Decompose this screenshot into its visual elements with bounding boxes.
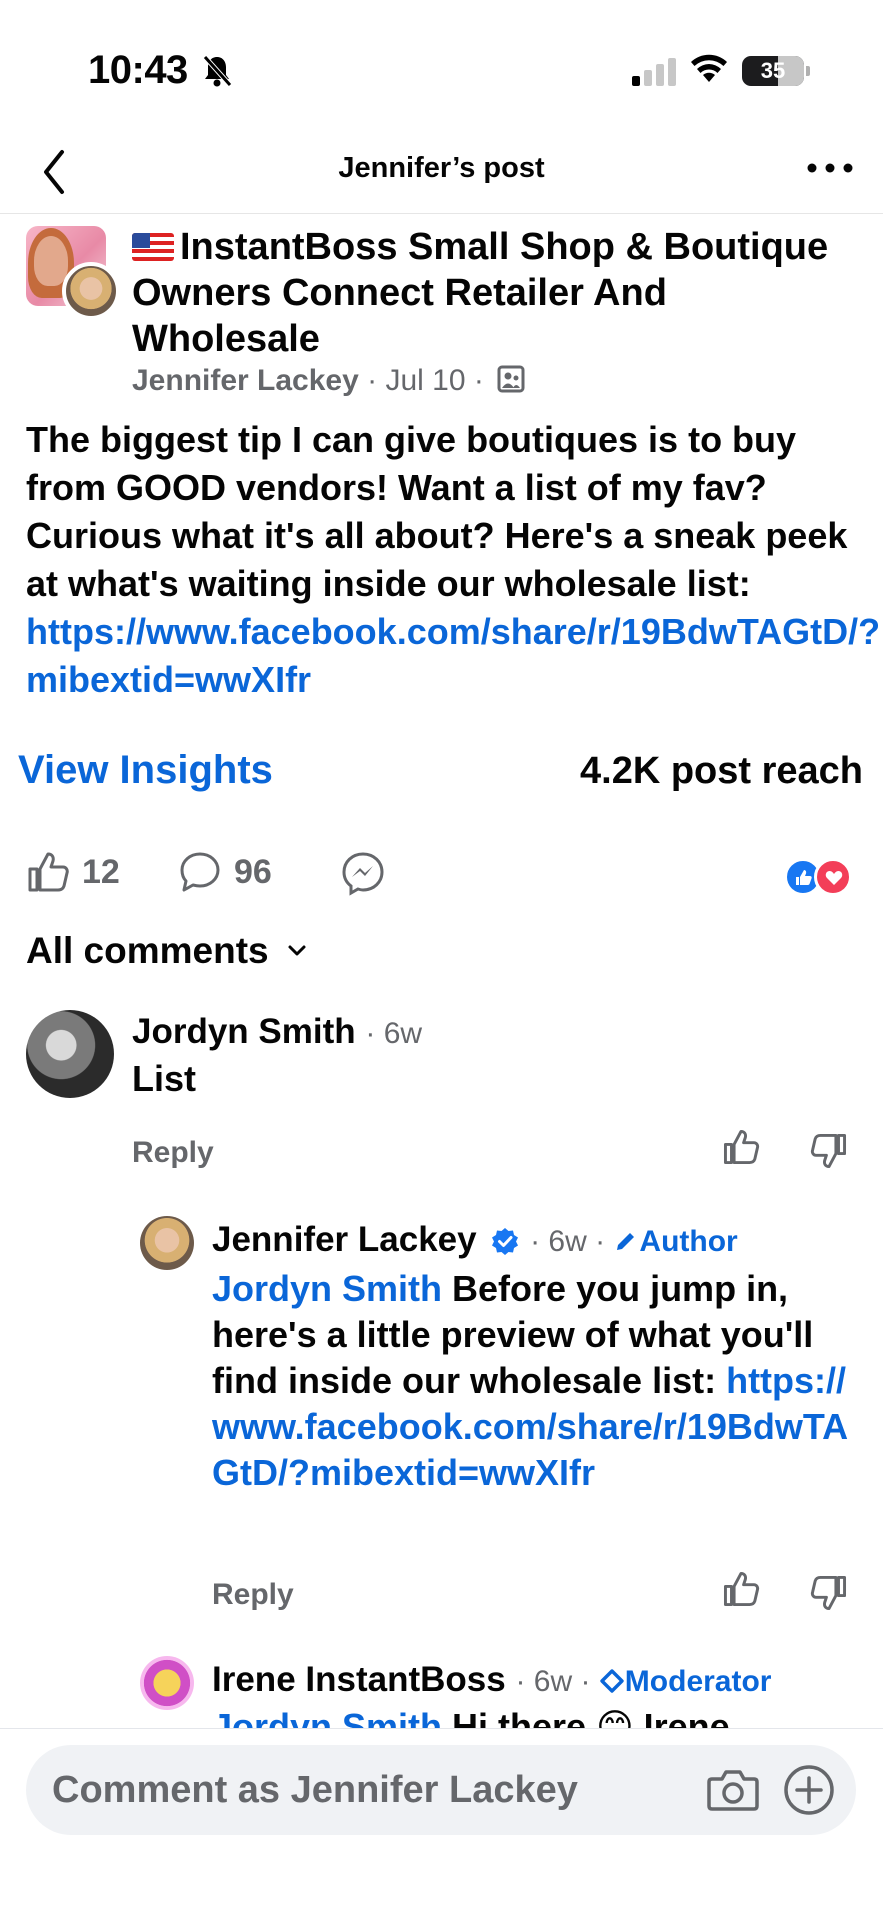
comment-bubble-icon xyxy=(180,852,220,892)
mention-link[interactable]: Jordyn Smith xyxy=(212,1268,442,1309)
plus-circle-icon xyxy=(784,1765,834,1815)
post-text: The biggest tip I can give boutiques is … xyxy=(26,419,848,604)
us-flag-icon xyxy=(132,233,174,261)
group-name-link[interactable]: InstantBoss Small Shop & Boutique Owners… xyxy=(132,224,862,362)
reply-button[interactable]: Reply xyxy=(212,1578,294,1612)
comment-count: 96 xyxy=(234,852,272,891)
pencil-icon xyxy=(617,1233,635,1250)
top-nav-bar: Jennifer’s post xyxy=(0,130,883,214)
comment-author-name[interactable]: Jordyn Smith xyxy=(132,1012,356,1051)
comment-text: Jordyn Smith Before you jump in, here's … xyxy=(212,1268,849,1493)
messenger-icon xyxy=(342,852,384,896)
thumbs-up-icon xyxy=(28,852,69,892)
like-count: 12 xyxy=(82,852,120,891)
view-insights-link[interactable]: View Insights xyxy=(18,748,273,793)
comment-filter-label: All comments xyxy=(26,930,269,971)
comment-composer xyxy=(26,1745,856,1835)
comment-time[interactable]: 6w xyxy=(534,1665,572,1698)
chevron-down-icon xyxy=(288,945,306,956)
post-date[interactable]: Jul 10 xyxy=(385,364,465,397)
group-avatar[interactable] xyxy=(26,226,120,320)
more-options-button[interactable] xyxy=(800,150,860,190)
silent-mode-icon xyxy=(202,54,232,93)
comment-author-name[interactable]: Jennifer Lackey xyxy=(212,1220,477,1259)
upvote-button[interactable] xyxy=(722,1128,760,1171)
downvote-button[interactable] xyxy=(810,1132,848,1175)
thumbs-up-icon xyxy=(723,1129,760,1165)
cellular-signal-icon xyxy=(632,58,676,91)
comment-time[interactable]: 6w xyxy=(548,1225,586,1258)
commenter-avatar[interactable] xyxy=(26,1010,114,1098)
upvote-button[interactable] xyxy=(722,1570,760,1613)
comment-input[interactable] xyxy=(52,1745,692,1835)
reactions-summary[interactable] xyxy=(784,858,856,896)
wifi-icon xyxy=(690,52,728,89)
author-avatar xyxy=(62,262,120,320)
comment-author-name[interactable]: Irene InstantBoss xyxy=(212,1660,506,1699)
camera-button[interactable] xyxy=(706,1765,760,1815)
diamond-icon xyxy=(600,1669,624,1693)
page-title: Jennifer’s post xyxy=(338,152,545,184)
verified-badge-icon xyxy=(492,1228,519,1255)
add-attachment-button[interactable] xyxy=(782,1763,836,1817)
group-name-text: InstantBoss Small Shop & Boutique Owners… xyxy=(132,226,829,360)
thumbs-up-icon xyxy=(723,1571,760,1607)
post-reach-count: 4.2K post reach xyxy=(580,750,863,792)
post-author-link[interactable]: Jennifer Lackey xyxy=(132,364,359,397)
comment-author: Jordyn Smith · 6w xyxy=(132,1012,423,1051)
thumbs-down-icon xyxy=(810,1575,847,1611)
comment-author: Jennifer Lackey · 6w · Author xyxy=(212,1220,738,1259)
group-privacy-icon xyxy=(496,364,526,402)
send-messenger-button[interactable] xyxy=(340,850,386,896)
post-link[interactable]: https://www.facebook.com/share/r/19BdwTA… xyxy=(26,611,880,700)
post-meta: Jennifer Lackey · Jul 10 · xyxy=(132,364,526,402)
author-badge: Author xyxy=(613,1225,738,1258)
camera-icon xyxy=(707,1770,759,1811)
downvote-button[interactable] xyxy=(810,1574,848,1617)
battery-indicator: 35 xyxy=(742,56,810,86)
reply-button[interactable]: Reply xyxy=(132,1136,214,1170)
thumbs-down-icon xyxy=(810,1133,847,1169)
comment-author: Irene InstantBoss · 6w · Moderator xyxy=(212,1660,772,1699)
love-reaction-icon xyxy=(814,858,852,896)
like-button[interactable]: 12 xyxy=(26,850,120,894)
comment-button[interactable]: 96 xyxy=(178,850,272,894)
comment-text: List xyxy=(132,1058,197,1099)
more-dots-icon xyxy=(807,163,853,173)
commenter-avatar[interactable] xyxy=(140,1216,194,1270)
status-time: 10:43 xyxy=(88,48,188,92)
comment-composer-bar xyxy=(0,1728,883,1920)
comment-filter-dropdown[interactable]: All comments xyxy=(26,930,309,972)
status-bar: 10:43 35 xyxy=(0,0,883,130)
moderator-badge: Moderator xyxy=(599,1665,771,1698)
comment-time[interactable]: 6w xyxy=(384,1017,422,1050)
post-body: The biggest tip I can give boutiques is … xyxy=(26,416,880,704)
commenter-avatar[interactable] xyxy=(140,1656,194,1710)
